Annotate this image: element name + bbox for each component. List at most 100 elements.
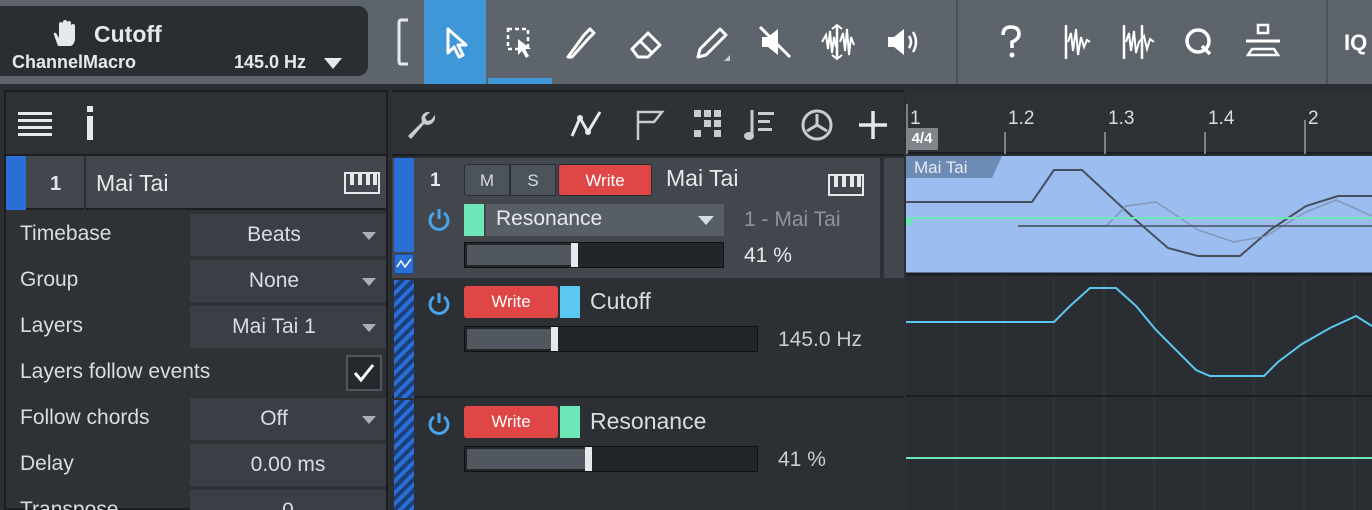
track-number: 1	[50, 173, 62, 195]
hand-icon[interactable]	[50, 20, 80, 48]
quantize-snap-button[interactable]	[1106, 0, 1168, 84]
track-name[interactable]: Mai Tai	[666, 165, 738, 192]
automation-display[interactable]: Mai Tai	[906, 156, 1372, 510]
info-icon[interactable]	[84, 106, 96, 140]
eraser-tool-button[interactable]	[616, 0, 678, 84]
inspector-row-follow-chords: Follow chords Off	[6, 396, 386, 442]
parameter-slider[interactable]	[464, 242, 724, 268]
write-button[interactable]: Write	[558, 164, 652, 196]
tempo-clock-icon[interactable]	[798, 106, 836, 144]
layers-follow-checkbox[interactable]	[346, 355, 382, 391]
slider-handle[interactable]	[551, 327, 558, 351]
quantize-button[interactable]	[1168, 0, 1230, 84]
arrow-cursor-icon	[446, 27, 468, 59]
transpose-field[interactable]: 0	[190, 490, 386, 510]
inspector-row-delay: Delay 0.00 ms	[6, 442, 386, 488]
arrange-view[interactable]: 1 1.2 1.3 1.4 2 4/4 Mai Tai	[906, 90, 1372, 510]
bend-tool-button[interactable]	[806, 0, 868, 84]
ruler-mark: 1	[910, 108, 921, 129]
parameter-color-swatch	[560, 286, 580, 318]
layers-dropdown[interactable]: Mai Tai 1	[190, 306, 386, 348]
chord-track-icon[interactable]	[742, 106, 780, 144]
automation-wave-icon	[396, 258, 412, 269]
snap-button[interactable]	[1042, 0, 1104, 84]
solo-button[interactable]: S	[510, 164, 556, 196]
mute-speaker-icon	[758, 25, 792, 59]
arranger-icon[interactable]	[688, 106, 726, 144]
caret-down-icon	[362, 324, 376, 332]
group-label: Group	[20, 268, 79, 291]
listen-tool-button[interactable]	[872, 0, 934, 84]
chevron-down-icon[interactable]	[324, 58, 342, 69]
transpose-value: 0	[190, 499, 386, 510]
write-button[interactable]: Write	[464, 406, 558, 438]
paint-tool-button[interactable]	[680, 0, 742, 84]
parameter-value: 41 %	[744, 244, 792, 267]
toolbar-right-label[interactable]: IQ	[1344, 30, 1367, 56]
parameter-slider[interactable]	[464, 326, 758, 352]
parameter-slider[interactable]	[464, 446, 758, 472]
delay-field[interactable]: 0.00 ms	[190, 444, 386, 486]
power-icon[interactable]	[426, 206, 452, 232]
hamburger-menu-icon[interactable]	[18, 112, 52, 136]
time-signature[interactable]: 4/4	[906, 128, 938, 150]
power-icon[interactable]	[426, 410, 452, 436]
automation-icon[interactable]	[568, 106, 606, 144]
inspector-track-header[interactable]: 1 Mai Tai	[6, 156, 386, 210]
slider-fill	[467, 245, 571, 265]
add-track-icon[interactable]	[854, 106, 892, 144]
split-tool-button[interactable]	[550, 0, 612, 84]
track-list: 1 M S Write Mai Tai Resonance 1 - Mai Ta…	[392, 90, 904, 510]
power-icon[interactable]	[426, 290, 452, 316]
knife-icon	[566, 27, 596, 59]
mute-button[interactable]: M	[464, 164, 510, 196]
ruler-mark: 1.2	[1008, 108, 1035, 129]
bend-waveform-icon	[821, 23, 855, 61]
caret-down-icon	[362, 278, 376, 286]
timebase-label: Timebase	[20, 222, 112, 245]
layers-value: Mai Tai 1	[232, 315, 316, 338]
lane-parameter-name: Cutoff	[590, 288, 651, 314]
follow-chords-dropdown[interactable]: Off	[190, 398, 386, 440]
parameter-dropdown[interactable]: Resonance	[486, 204, 724, 236]
track-color-swatch	[6, 156, 26, 210]
grid-waveform-icon	[1122, 25, 1155, 59]
group-dropdown[interactable]: None	[190, 260, 386, 302]
write-button[interactable]: Write	[464, 286, 558, 318]
delay-value: 0.00 ms	[250, 453, 326, 476]
track-color-swatch	[394, 158, 414, 252]
timebase-dropdown[interactable]: Beats	[190, 214, 386, 256]
range-select-icon	[506, 27, 531, 58]
track-row-mai-tai[interactable]: 1 M S Write Mai Tai Resonance 1 - Mai Ta…	[392, 158, 904, 278]
automation-lane-resonance[interactable]: Write Resonance 41 %	[392, 400, 904, 510]
inspector-row-group: Group None	[6, 258, 386, 304]
checkmark-icon	[353, 364, 375, 383]
timeline-ruler[interactable]: 1 1.2 1.3 1.4 2 4/4	[906, 90, 1372, 154]
macro-title: Cutoff	[94, 21, 162, 47]
range-tool-button[interactable]	[490, 0, 552, 84]
marker-flag-icon[interactable]	[632, 106, 670, 144]
ruler-tick	[1004, 132, 1006, 154]
slider-handle[interactable]	[585, 447, 592, 471]
arrow-tool-button[interactable]	[424, 0, 486, 84]
keyboard-icon	[828, 174, 864, 196]
layers-follow-label: Layers follow events	[20, 360, 211, 383]
wrench-icon[interactable]	[402, 106, 440, 144]
slider-handle[interactable]	[571, 243, 578, 267]
automation-expand-button[interactable]	[394, 254, 414, 274]
automation-lane-cutoff[interactable]: Write Cutoff 145.0 Hz	[392, 280, 904, 398]
group-value: None	[248, 269, 300, 292]
help-button[interactable]	[980, 0, 1042, 84]
quantize-q-icon	[1185, 28, 1212, 56]
keyboard-icon	[344, 172, 380, 194]
macro-control-box[interactable]: Cutoff ChannelMacro 145.0 Hz	[0, 6, 368, 76]
bracket-icon	[397, 18, 408, 66]
lane-stripe	[394, 280, 414, 398]
track-name[interactable]: Mai Tai	[96, 170, 168, 197]
mute-tool-button[interactable]	[744, 0, 806, 84]
macro-value[interactable]: 145.0 Hz	[234, 52, 306, 73]
timestretch-button[interactable]	[1232, 0, 1294, 84]
layers-label: Layers	[20, 314, 84, 337]
ruler-mark: 2	[1308, 108, 1319, 129]
device-name: 1 - Mai Tai	[744, 208, 841, 231]
